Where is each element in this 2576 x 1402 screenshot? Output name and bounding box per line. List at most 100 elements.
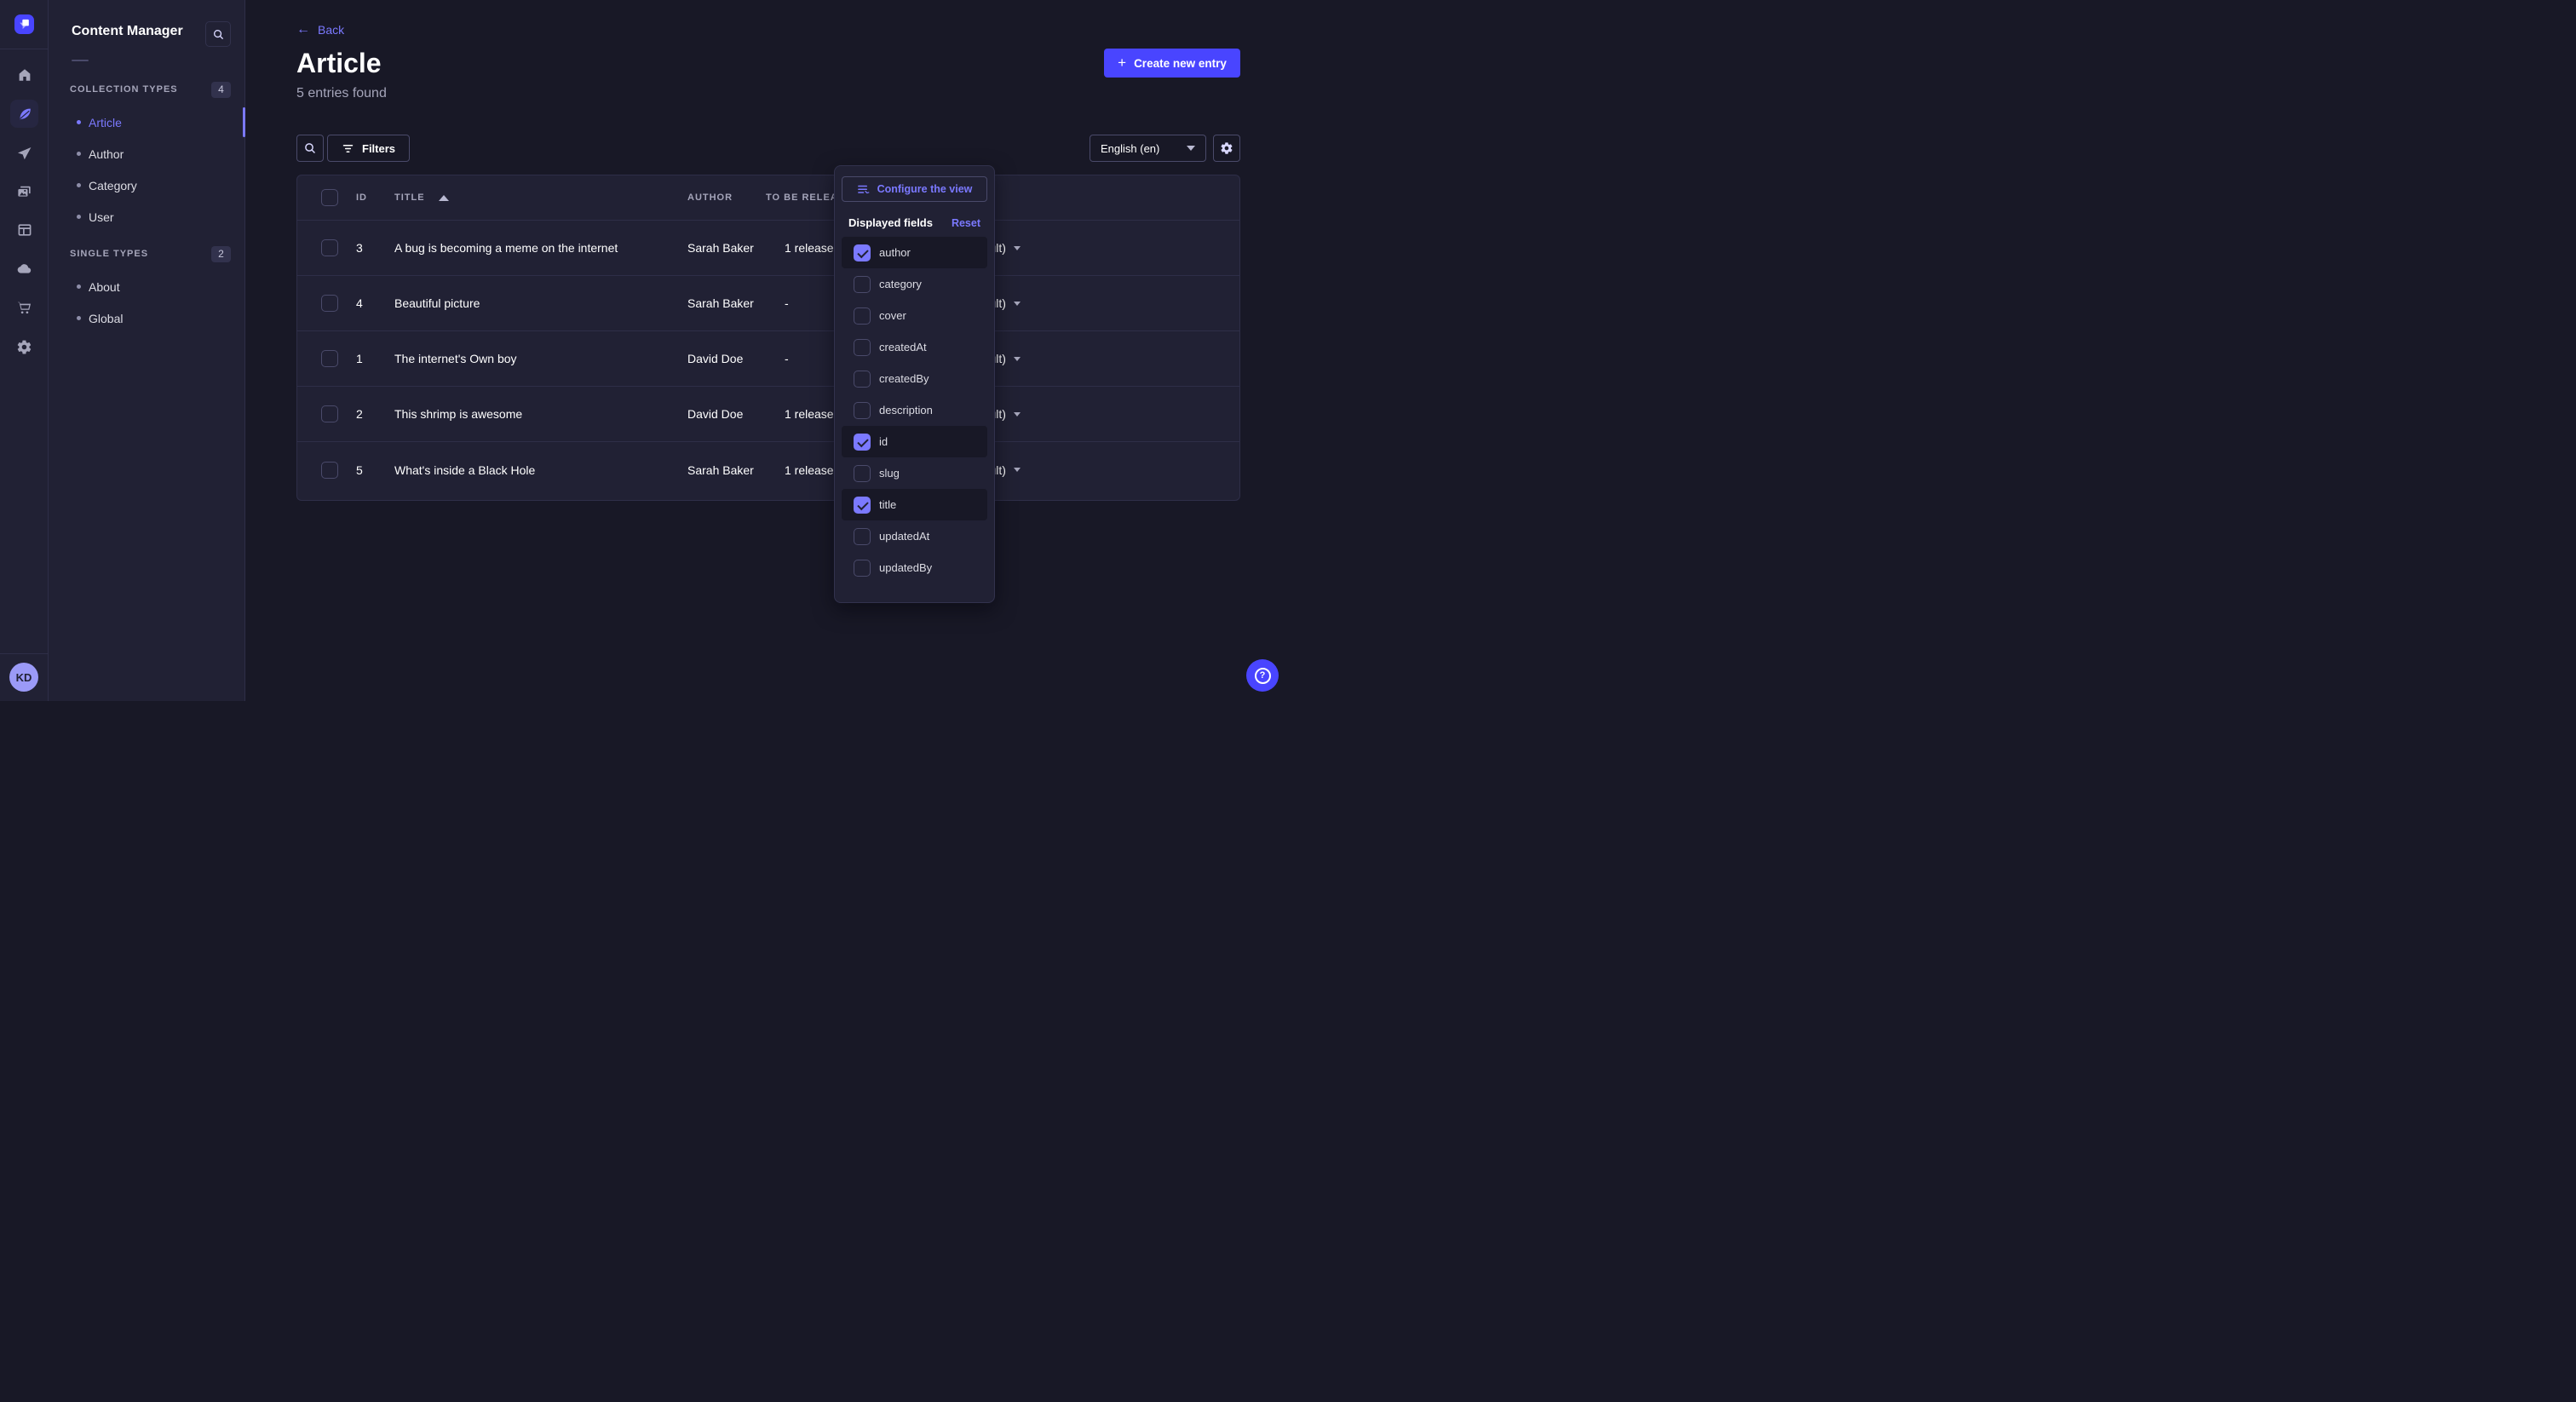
field-checkbox[interactable] [854, 402, 871, 419]
search-icon [303, 141, 317, 155]
field-toggle-row[interactable]: description [842, 394, 987, 426]
field-checkbox[interactable] [854, 276, 871, 293]
field-toggle-row[interactable]: slug [842, 457, 987, 489]
field-toggle-row[interactable]: cover [842, 300, 987, 331]
section-count-badge: 4 [211, 82, 231, 98]
create-new-entry-button[interactable]: + Create new entry [1104, 49, 1240, 78]
table-body: 3 A bug is becoming a meme on the intern… [297, 221, 1239, 497]
deploy-cloud-icon[interactable] [0, 258, 49, 280]
field-toggle-row[interactable]: category [842, 268, 987, 300]
field-toggle-row[interactable]: updatedAt [842, 520, 987, 552]
field-toggle-row[interactable]: createdAt [842, 331, 987, 363]
field-toggle-row[interactable]: author [842, 237, 987, 268]
select-all-checkbox[interactable] [321, 189, 338, 206]
sidebar-item-label: Global [89, 312, 123, 325]
main-content: ← Back Article 5 entries found + Create … [245, 0, 1288, 701]
content-manager-icon[interactable] [0, 103, 49, 125]
entries-count: 5 entries found [296, 86, 387, 101]
sidebar-section: SINGLE TYPES 2 About Global [49, 244, 244, 334]
sidebar-item-category[interactable]: Category [49, 170, 244, 201]
section-label: COLLECTION TYPES [70, 84, 178, 95]
field-checkbox[interactable] [854, 497, 871, 514]
sidebar-item-global[interactable]: Global [49, 302, 244, 334]
reset-link[interactable]: Reset [952, 217, 980, 229]
table-row[interactable]: 2 This shrimp is awesome David Doe 1 rel… [297, 387, 1239, 442]
column-header-author[interactable]: AUTHOR [687, 192, 733, 203]
configure-the-view-button[interactable]: Configure the view [842, 176, 987, 202]
row-checkbox[interactable] [321, 350, 338, 367]
column-header-id[interactable]: ID [356, 192, 367, 203]
table-row[interactable]: 4 Beautiful picture Sarah Baker - Englis… [297, 276, 1239, 331]
chevron-down-icon [1014, 357, 1021, 361]
bullet-icon [77, 215, 81, 219]
row-checkbox[interactable] [321, 239, 338, 256]
field-label: category [879, 278, 922, 290]
media-library-icon[interactable] [0, 181, 49, 203]
table-row[interactable]: 3 A bug is becoming a meme on the intern… [297, 221, 1239, 276]
table-row[interactable]: 1 The internet's Own boy David Doe - Eng… [297, 331, 1239, 387]
cell-release[interactable]: - [785, 352, 789, 365]
marketplace-cart-icon[interactable] [0, 296, 49, 319]
table-search-button[interactable] [296, 135, 324, 162]
settings-gear-icon[interactable] [0, 336, 49, 358]
row-checkbox[interactable] [321, 462, 338, 479]
cell-id: 5 [356, 463, 363, 477]
chevron-down-icon [1014, 302, 1021, 306]
sidebar-search-button[interactable] [205, 21, 231, 47]
field-checkbox[interactable] [854, 244, 871, 261]
cell-release[interactable]: - [785, 296, 789, 310]
section-items: About Global [49, 271, 244, 334]
view-settings-button[interactable] [1213, 135, 1240, 162]
field-toggle-row[interactable]: createdBy [842, 363, 987, 394]
releases-icon[interactable] [0, 142, 49, 164]
filter-icon [342, 143, 354, 154]
table-row[interactable]: 5 What's inside a Black Hole Sarah Baker… [297, 442, 1239, 497]
bullet-icon [77, 120, 81, 124]
cell-author: Sarah Baker [687, 241, 754, 255]
section-count-badge: 2 [211, 246, 231, 262]
field-checkbox[interactable] [854, 434, 871, 451]
sidebar-item-article[interactable]: Article [49, 106, 244, 138]
sidebar-item-about[interactable]: About [49, 271, 244, 302]
displayed-fields-list: author category cover createdAt createdB… [842, 237, 987, 583]
release-value: 1 release [785, 407, 834, 421]
locale-select[interactable]: English (en) [1090, 135, 1206, 162]
content-type-builder-icon[interactable] [0, 219, 49, 241]
divider-dash [72, 60, 89, 61]
strapi-logo-icon[interactable] [14, 14, 34, 34]
field-checkbox[interactable] [854, 307, 871, 325]
field-checkbox[interactable] [854, 528, 871, 545]
row-checkbox[interactable] [321, 405, 338, 422]
release-value: 1 release [785, 463, 834, 477]
release-value: - [785, 352, 789, 365]
sidebar-item-author[interactable]: Author [49, 138, 244, 170]
home-icon[interactable] [0, 64, 49, 86]
field-checkbox[interactable] [854, 465, 871, 482]
sidebar-item-label: Author [89, 147, 124, 161]
displayed-fields-title: Displayed fields [848, 216, 933, 229]
bullet-icon [77, 316, 81, 320]
field-toggle-row[interactable]: updatedBy [842, 552, 987, 583]
section-label: SINGLE TYPES [70, 249, 148, 259]
field-checkbox[interactable] [854, 560, 871, 577]
column-header-title[interactable]: TITLE [394, 192, 449, 203]
question-mark-icon: ? [1255, 668, 1271, 684]
filters-button[interactable]: Filters [327, 135, 410, 162]
field-toggle-row[interactable]: title [842, 489, 987, 520]
field-toggle-row[interactable]: id [842, 426, 987, 457]
sidebar-item-user[interactable]: User [49, 201, 244, 233]
user-avatar[interactable]: KD [9, 663, 38, 692]
field-label: id [879, 435, 888, 448]
field-label: title [879, 498, 896, 511]
field-checkbox[interactable] [854, 339, 871, 356]
cell-title: The internet's Own boy [394, 352, 517, 365]
help-button[interactable]: ? [1246, 659, 1279, 692]
field-checkbox[interactable] [854, 371, 871, 388]
bullet-icon [77, 152, 81, 156]
row-checkbox[interactable] [321, 295, 338, 312]
filters-label: Filters [362, 142, 395, 155]
sidebar-sections: COLLECTION TYPES 4 Article Author Catego… [49, 80, 244, 334]
back-link[interactable]: ← Back [296, 23, 344, 37]
field-label: updatedBy [879, 561, 932, 574]
cell-title: Beautiful picture [394, 296, 480, 310]
